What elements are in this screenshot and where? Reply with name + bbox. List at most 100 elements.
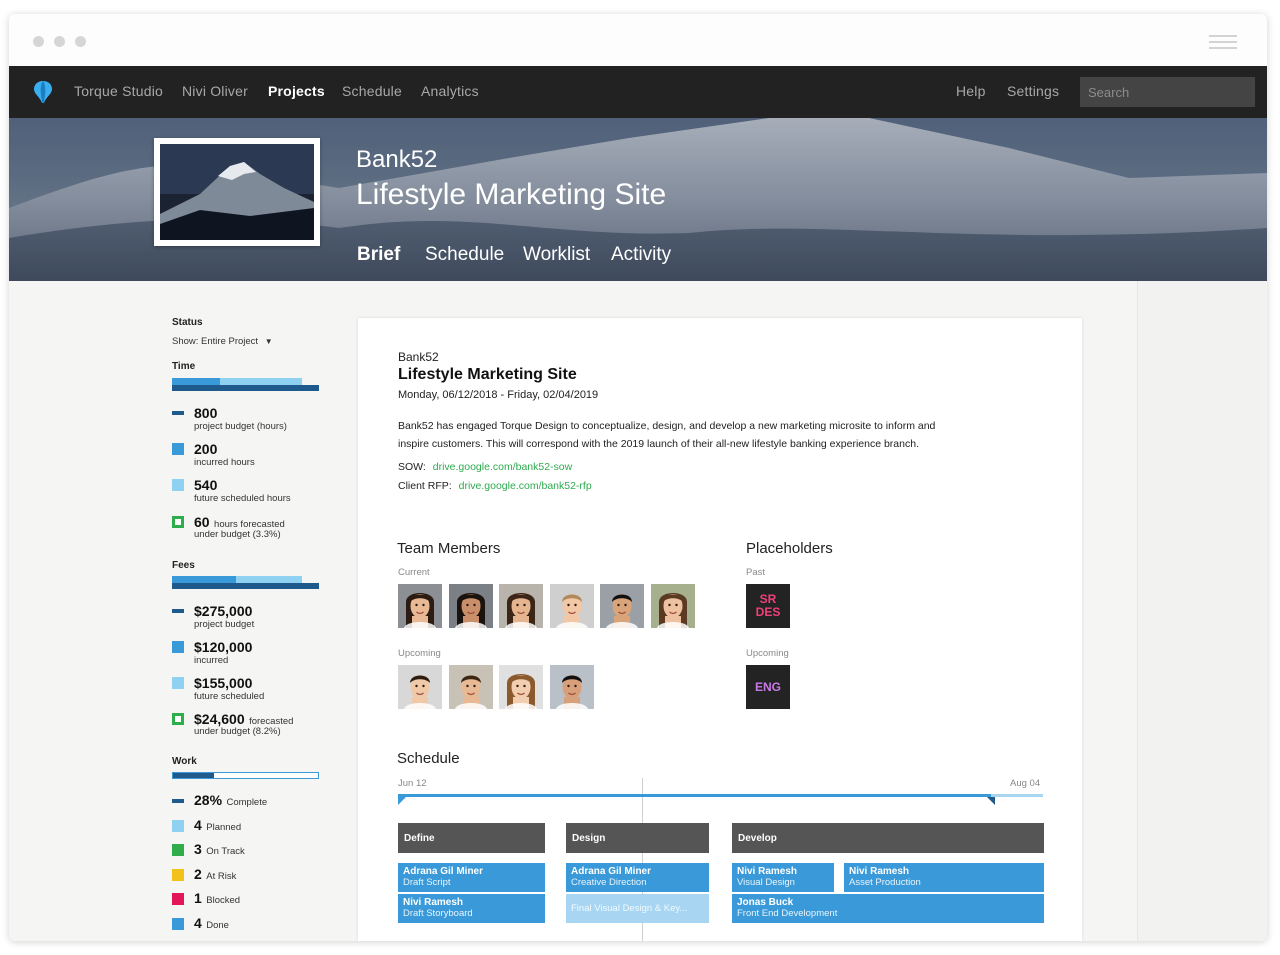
sow-link[interactable]: drive.google.com/bank52-sow [433, 461, 573, 473]
task-name: Draft Script [403, 877, 451, 888]
torque-logo-icon[interactable] [33, 80, 53, 104]
task-assignee: Adrana Gil Miner [571, 866, 652, 877]
phase-design[interactable]: Design [566, 823, 709, 853]
menu-icon[interactable] [1209, 35, 1237, 49]
phase-define[interactable]: Define [398, 823, 545, 853]
work-status-swatch [172, 844, 184, 856]
work-count: 28% [194, 792, 223, 808]
work-count: 2 [194, 865, 202, 882]
schedule-timeline-bar [398, 794, 1043, 797]
avatar-photo [650, 584, 695, 628]
placeholders-past-label: Past [746, 567, 766, 578]
brief-description-line2: inspire customers. This will correspond … [398, 438, 919, 450]
nav-analytics[interactable]: Analytics [421, 83, 479, 99]
mountain-photo [160, 144, 314, 240]
time-incurred-label: incurred hours [194, 457, 255, 468]
nav-settings[interactable]: Settings [1007, 83, 1059, 99]
task-final-visual-design[interactable]: Final Visual Design & Key... [566, 894, 709, 923]
fees-budget-swatch [172, 609, 184, 613]
nav-schedule[interactable]: Schedule [342, 83, 402, 99]
search-input[interactable] [1080, 77, 1255, 107]
avatar-photo [448, 584, 493, 628]
scheduled-swatch [172, 479, 184, 491]
placeholder-eng[interactable]: ENG [746, 665, 790, 709]
time-budget-value: 800 [194, 405, 218, 421]
task-draft-storyboard[interactable]: Nivi Ramesh Draft Storyboard [398, 894, 545, 923]
placeholder-des-text: DES [755, 605, 781, 619]
task-front-end-development[interactable]: Jonas Buck Front End Development [732, 894, 1044, 923]
nav-nivi-oliver[interactable]: Nivi Oliver [182, 83, 248, 99]
task-name: Creative Direction [571, 877, 647, 888]
task-assignee: Nivi Ramesh [737, 866, 798, 877]
task-name: Visual Design [737, 877, 795, 888]
task-visual-design[interactable]: Nivi Ramesh Visual Design [732, 863, 834, 892]
work-status-label: Blocked [206, 895, 241, 906]
task-assignee: Adrana Gil Miner [403, 866, 484, 877]
placeholder-sr-des[interactable]: SR DES [746, 584, 790, 628]
work-status-label: At Risk [206, 870, 237, 882]
sow-label: SOW: [398, 461, 426, 473]
fees-budget-value: $275,000 [194, 603, 253, 619]
task-assignee: Jonas Buck [737, 897, 794, 908]
app-window: Torque Studio Nivi Oliver Projects Sched… [9, 14, 1267, 941]
show-filter-dropdown[interactable]: Show: Entire Project ▼ [172, 336, 273, 347]
window-maximize-dot[interactable] [75, 36, 86, 47]
tab-schedule[interactable]: Schedule [425, 244, 504, 266]
work-count: 1 [194, 890, 202, 906]
schedule-end-date: Aug 04 [1010, 778, 1041, 789]
fees-progress-bar [172, 576, 319, 590]
avatar-photo [398, 665, 442, 709]
brief-title: Lifestyle Marketing Site [398, 366, 577, 383]
fees-incurred-value: $120,000 [194, 639, 253, 655]
team-member-avatar[interactable] [448, 584, 493, 628]
work-count: 4 [194, 816, 202, 833]
forecast-swatch [172, 516, 184, 528]
time-progress-bar [172, 378, 319, 392]
fees-scheduled-swatch [172, 677, 184, 689]
work-status-swatch [172, 868, 184, 881]
nav-projects[interactable]: Projects [268, 83, 325, 99]
task-name: Draft Storyboard [403, 908, 473, 919]
upcoming-member-avatar[interactable] [398, 665, 442, 709]
avatar-photo [398, 584, 442, 628]
task-creative-direction[interactable]: Adrana Gil Miner Creative Direction [566, 863, 709, 892]
team-member-avatar[interactable] [600, 584, 644, 628]
project-thumbnail[interactable] [154, 138, 320, 246]
nav-help[interactable]: Help [956, 83, 986, 99]
upcoming-member-avatar[interactable] [549, 665, 594, 709]
upcoming-member-avatar[interactable] [499, 665, 543, 709]
avatar-photo [549, 665, 594, 709]
team-member-avatar[interactable] [650, 584, 695, 628]
work-status-label: Planned [206, 821, 242, 833]
fees-forecast-label: under budget (8.2%) [194, 726, 281, 737]
window-close-dot[interactable] [33, 36, 44, 47]
nav-torque-studio[interactable]: Torque Studio [74, 83, 163, 99]
work-status-label: Complete [226, 797, 268, 808]
caret-down-icon: ▼ [264, 337, 273, 346]
work-count: 4 [194, 914, 202, 931]
hero-client-name: Bank52 [356, 146, 438, 173]
fees-incurred-swatch [172, 641, 184, 653]
team-member-avatar[interactable] [549, 584, 594, 628]
time-scheduled-value: 540 [194, 477, 218, 493]
team-member-avatar[interactable] [398, 584, 442, 628]
timeline-start-marker-icon[interactable] [398, 797, 406, 805]
rfp-link[interactable]: drive.google.com/bank52-rfp [459, 480, 592, 492]
tab-worklist[interactable]: Worklist [523, 244, 590, 266]
phase-develop[interactable]: Develop [732, 823, 1044, 853]
team-member-avatar[interactable] [499, 584, 543, 628]
tab-activity[interactable]: Activity [611, 244, 671, 266]
task-asset-production[interactable]: Nivi Ramesh Asset Production [844, 863, 1044, 892]
avatar-photo [499, 665, 543, 709]
work-status-swatch [172, 819, 184, 832]
fees-scheduled-value: $155,000 [194, 675, 253, 691]
window-minimize-dot[interactable] [54, 36, 65, 47]
fees-heading: Fees [172, 560, 195, 571]
timeline-end-marker-icon[interactable] [987, 797, 995, 805]
upcoming-member-avatar[interactable] [448, 665, 493, 709]
show-filter-label: Show: Entire Project [172, 336, 259, 347]
work-progress-bar [172, 772, 319, 779]
task-draft-script[interactable]: Adrana Gil Miner Draft Script [398, 863, 545, 892]
tab-brief[interactable]: Brief [357, 244, 400, 266]
task-name: Asset Production [849, 877, 921, 888]
